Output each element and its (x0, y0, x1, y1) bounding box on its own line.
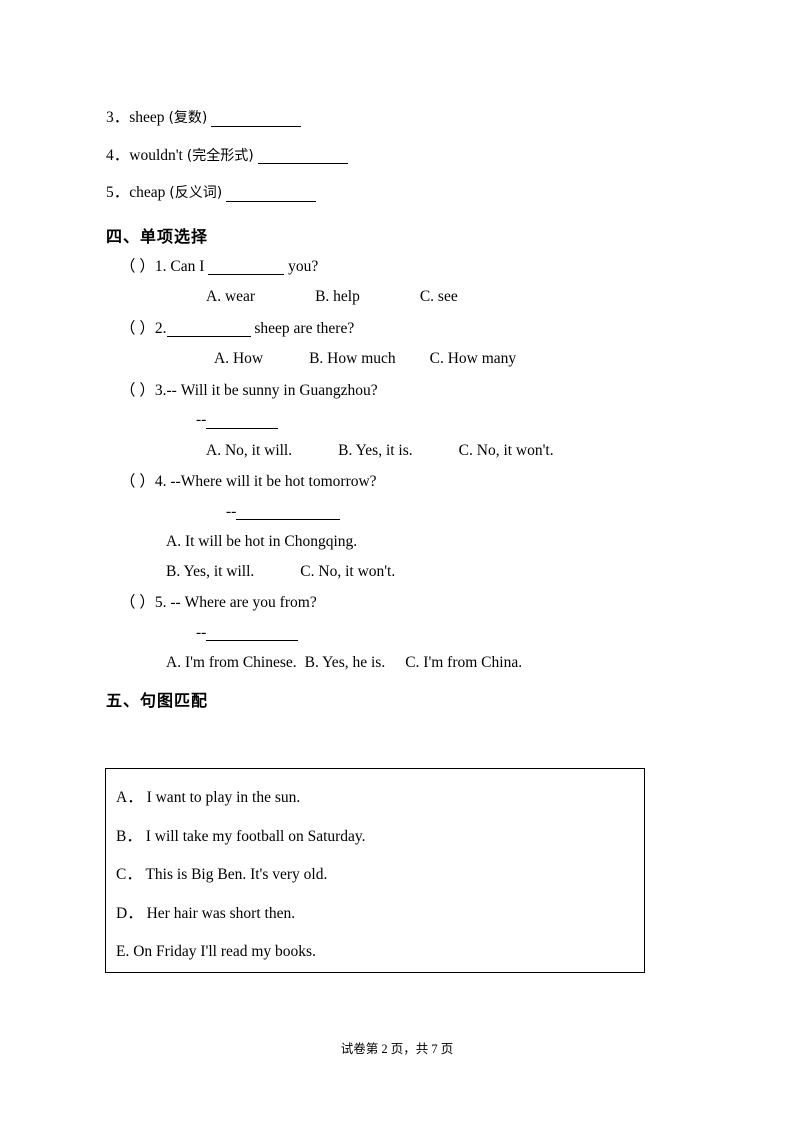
match-item-d-text: Her hair was short then. (146, 904, 296, 922)
question-4-option-b[interactable]: B. Yes, it will. (166, 563, 254, 580)
matching-sentences-list: A． I want to play in the sun. B． I will … (106, 769, 644, 960)
match-item-c-text: This is Big Ben. It's very old. (145, 866, 328, 883)
question-1-number: 1. (154, 257, 167, 275)
page-content: 3．sheep (复数) 4．wouldn't (完全形式) 5．cheap (… (106, 110, 706, 723)
page-footer: 试卷第 2 页，共 7 页 (340, 1042, 454, 1056)
question-1-stem-pre: Can I (170, 257, 205, 275)
question-3-stem-pre: -- Will it be sunny in Guangzhou? (166, 381, 378, 399)
question-4-blank[interactable] (236, 504, 341, 520)
fill-item-5-word: cheap (129, 184, 166, 201)
question-2: （ ）2. sheep are there? A. How B. How much… (106, 319, 706, 367)
match-item-e: E. On Friday I'll read my books. (106, 944, 644, 960)
question-1-answer-paren[interactable]: （ ） (120, 258, 155, 275)
fill-item-5-number: 5． (106, 184, 130, 201)
question-3-options: A. No, it will. B. Yes, it is. C. No, it w… (106, 442, 706, 459)
matching-sentences-box: A． I want to play in the sun. B． I will … (105, 768, 645, 973)
match-item-a-label: A． (116, 789, 143, 806)
exam-page: 3．sheep (复数) 4．wouldn't (完全形式) 5．cheap (… (0, 0, 794, 1123)
fill-item-5-hint: (反义词) (169, 185, 223, 201)
question-5-blank[interactable] (206, 625, 299, 641)
match-item-b-text: I will take my football on Saturday. (145, 827, 366, 845)
question-5-stem-pre: -- Where are you from? (170, 594, 317, 611)
question-2-answer-paren[interactable]: （ ） (120, 320, 155, 337)
question-2-option-c[interactable]: C. How many (430, 350, 517, 367)
question-4-answer-paren[interactable]: （ ） (120, 473, 155, 490)
match-item-d-label: D． (116, 904, 143, 922)
match-item-b-label: B． (116, 827, 142, 845)
question-4: （ ）4. --Where will it be hot tomorrow? -… (106, 474, 706, 579)
fill-item-4-word: wouldn't (129, 146, 183, 164)
fill-item-5-blank[interactable] (226, 185, 317, 202)
question-4-stem-pre: --Where will it be hot tomorrow? (170, 473, 377, 490)
question-5-answer-line: -- (106, 623, 706, 641)
question-5: （ ）5. -- Where are you from? -- A. I'm f… (106, 595, 706, 671)
match-item-e-text: On Friday I'll read my books. (133, 943, 316, 960)
question-5-option-a[interactable]: A. I'm from Chinese. (166, 654, 297, 671)
question-3-answer-paren[interactable]: （ ） (120, 382, 155, 399)
question-3-option-c[interactable]: C. No, it won't. (459, 442, 554, 459)
fill-item-3-blank[interactable] (211, 110, 302, 127)
question-5-number: 5. (154, 594, 167, 611)
match-item-c: C． This is Big Ben. It's very old. (106, 867, 644, 883)
fill-item-3-hint: (复数) (168, 110, 208, 126)
fill-item-3-number: 3． (106, 109, 130, 126)
match-item-d: D． Her hair was short then. (106, 904, 644, 922)
fill-item-3: 3．sheep (复数) (106, 110, 706, 127)
question-2-stem-post: sheep are there? (254, 319, 355, 337)
fill-item-3-word: sheep (129, 109, 165, 126)
question-3-answer-line: -- (106, 412, 706, 429)
match-item-c-label: C． (116, 866, 142, 883)
question-3-blank[interactable] (206, 412, 279, 429)
question-5-dash: -- (196, 623, 207, 641)
fill-item-4-blank[interactable] (257, 148, 348, 164)
section-heading-four: 四、单项选择 (106, 226, 209, 246)
fill-item-4-number: 4． (106, 146, 130, 164)
match-item-b: B． I will take my football on Saturday. (106, 827, 644, 845)
question-1: （ ）1. Can I you? A. wear B. help C. see (106, 257, 706, 305)
question-3-stem: （ ）3.-- Will it be sunny in Guangzhou? (106, 381, 706, 399)
question-3-number: 3. (154, 381, 167, 399)
question-1-option-c[interactable]: C. see (420, 288, 458, 305)
question-4-options-line-1: A. It will be hot in Chongqing. (106, 534, 706, 550)
question-5-options: A. I'm from Chinese. B. Yes, he is. C. I'm… (106, 655, 706, 671)
match-item-e-label: E. (116, 943, 130, 960)
question-2-options: A. How B. How much C. How many (106, 351, 706, 367)
match-item-a: A． I want to play in the sun. (106, 790, 644, 806)
question-5-stem: （ ）5. -- Where are you from? (106, 595, 706, 611)
section-heading-five: 五、句图匹配 (106, 690, 209, 710)
question-1-option-a[interactable]: A. wear (206, 288, 255, 305)
question-3-option-b[interactable]: B. Yes, it is. (338, 442, 413, 459)
question-4-number: 4. (154, 473, 167, 490)
question-4-answer-line: -- (106, 502, 706, 520)
question-2-option-a[interactable]: A. How (214, 350, 263, 367)
question-1-option-b[interactable]: B. help (315, 288, 360, 305)
question-1-stem: （ ）1. Can I you? (106, 257, 706, 275)
question-4-dash: -- (226, 502, 237, 520)
question-4-stem: （ ）4. --Where will it be hot tomorrow? (106, 474, 706, 490)
question-4-option-a[interactable]: A. It will be hot in Chongqing. (166, 533, 357, 550)
fill-item-5: 5．cheap (反义词) (106, 185, 706, 202)
fill-item-4: 4．wouldn't (完全形式) (106, 146, 706, 164)
question-1-stem-post: you? (288, 257, 319, 275)
fill-item-4-hint: (完全形式) (186, 147, 254, 164)
question-3: （ ）3.-- Will it be sunny in Guangzhou? -… (106, 381, 706, 459)
question-5-option-b[interactable]: B. Yes, he is. (305, 654, 386, 671)
question-4-options-line-2: B. Yes, it will. C. No, it won't. (106, 563, 706, 580)
question-2-blank[interactable] (166, 321, 251, 337)
question-5-answer-paren[interactable]: （ ） (120, 594, 155, 611)
question-2-stem: （ ）2. sheep are there? (106, 319, 706, 337)
question-4-option-c[interactable]: C. No, it won't. (300, 563, 395, 580)
question-1-options: A. wear B. help C. see (106, 289, 706, 305)
question-2-option-b[interactable]: B. How much (309, 350, 396, 367)
match-item-a-text: I want to play in the sun. (146, 789, 301, 806)
question-2-number: 2. (154, 319, 167, 337)
question-5-option-c[interactable]: C. I'm from China. (405, 654, 522, 671)
question-3-dash: -- (196, 411, 207, 428)
question-3-option-a[interactable]: A. No, it will. (206, 442, 292, 459)
question-1-blank[interactable] (208, 259, 285, 275)
